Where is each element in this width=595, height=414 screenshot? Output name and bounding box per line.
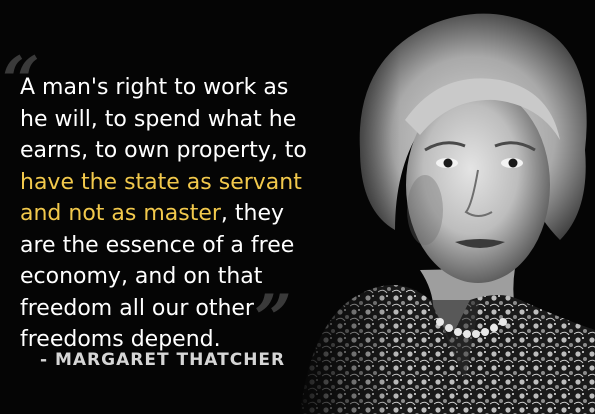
quote-line: freedom all our other [20,295,254,321]
quote-line: economy, and on that [20,264,263,289]
quote-poster: “ A man's right to work as he will, to s… [0,0,595,414]
quote-line-highlighted: have the state as servant [20,169,302,195]
quote-line: earns, to own property, to [20,138,307,163]
close-quote-mark: ” [254,280,292,358]
quote-text: A man's right to work as he will, to spe… [20,72,360,356]
quote-line-highlighted: and not as master, they [20,201,285,226]
quote-line: he will, to spend what he [20,106,297,132]
quote-line: are the essence of a free [20,232,295,258]
attribution: - MARGARET THATCHER [40,350,286,370]
quote-line: A man's right to work as [20,75,289,100]
